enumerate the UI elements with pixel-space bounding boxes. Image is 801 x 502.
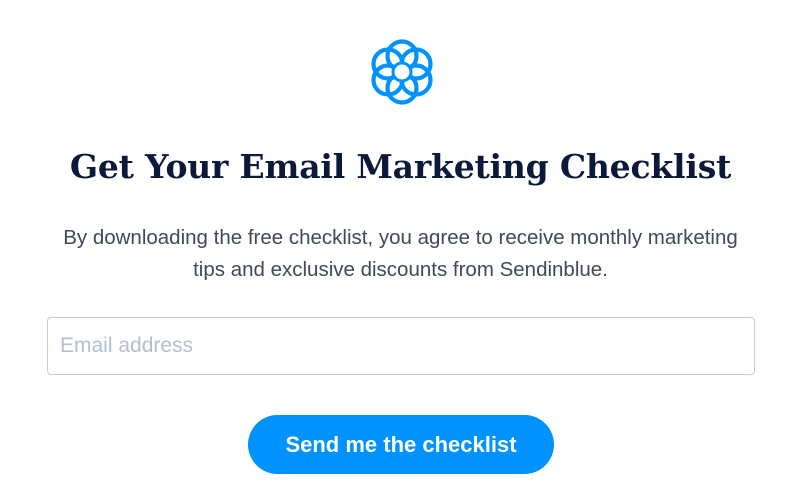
email-field[interactable] <box>47 317 755 375</box>
checklist-signup-page: Get Your Email Marketing Checklist By do… <box>0 0 801 502</box>
consent-description: By downloading the free checklist, you a… <box>63 226 738 281</box>
send-checklist-button[interactable]: Send me the checklist <box>248 415 554 474</box>
page-title: Get Your Email Marketing Checklist <box>69 147 732 186</box>
sendinblue-swirl-icon <box>371 39 433 105</box>
